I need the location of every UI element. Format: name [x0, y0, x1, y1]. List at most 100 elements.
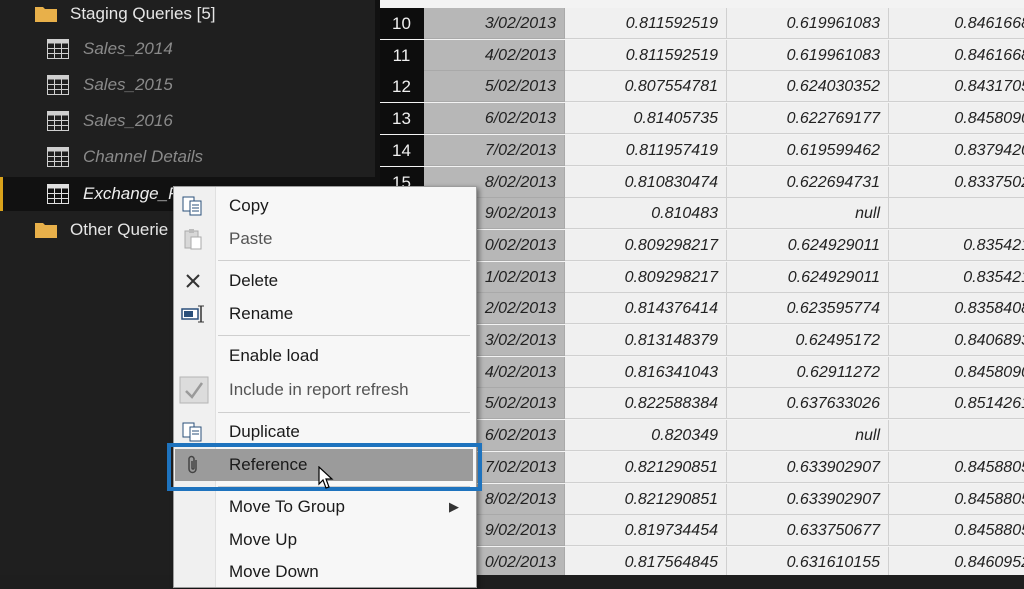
- value-cell[interactable]: 0.633750677: [727, 515, 889, 547]
- table-icon: [47, 184, 69, 204]
- row-number-cell[interactable]: 14: [380, 134, 424, 166]
- value-cell[interactable]: null: [727, 420, 889, 452]
- row-number-cell[interactable]: 11: [380, 39, 424, 71]
- value-cell[interactable]: 0.81405735: [565, 103, 727, 135]
- value-cell[interactable]: 0.811592519: [565, 8, 727, 39]
- duplicate-icon: [182, 422, 202, 442]
- table-row[interactable]: 13 6/02/2013 0.81405735 0.622769177 0.845809…: [380, 103, 1024, 135]
- value-cell[interactable]: r: [889, 420, 1024, 452]
- date-cell[interactable]: 3/02/2013: [424, 8, 565, 39]
- menu-item-rename[interactable]: Rename: [175, 298, 473, 330]
- value-cell[interactable]: 0.835421: [889, 229, 1024, 261]
- staging-queries-group[interactable]: Staging Queries [5]: [0, 0, 375, 31]
- group-label: Staging Queries [5]: [70, 4, 216, 23]
- menu-item-paste[interactable]: Paste: [175, 223, 473, 255]
- menu-label: Enable load: [229, 346, 319, 365]
- value-cell[interactable]: 0.821290851: [565, 451, 727, 483]
- value-cell[interactable]: 0.622694731: [727, 166, 889, 198]
- value-cell[interactable]: 0.807554781: [565, 71, 727, 103]
- table-row[interactable]: 10 3/02/2013 0.811592519 0.619961083 0.84616…: [380, 8, 1024, 39]
- copy-icon: [182, 196, 202, 216]
- table-row[interactable]: 11 4/02/2013 0.811592519 0.619961083 0.84616…: [380, 39, 1024, 71]
- mouse-cursor-icon: [318, 466, 334, 489]
- value-cell[interactable]: 0.631610155: [727, 546, 889, 575]
- value-cell[interactable]: 0.819734454: [565, 515, 727, 547]
- value-cell[interactable]: 0.619961083: [727, 8, 889, 39]
- value-cell[interactable]: 0.8458805: [889, 483, 1024, 515]
- value-cell[interactable]: 0.810483: [565, 198, 727, 230]
- value-cell[interactable]: 0.62911272: [727, 356, 889, 388]
- query-label: Channel Details: [83, 147, 204, 166]
- menu-item-enable-load[interactable]: Enable load: [175, 340, 473, 372]
- menu-label: Rename: [229, 304, 294, 323]
- folder-icon: [35, 7, 57, 22]
- table-icon: [47, 111, 69, 131]
- value-cell[interactable]: 0.8460952: [889, 546, 1024, 575]
- row-number-cell[interactable]: 13: [380, 103, 424, 135]
- menu-item-move-down[interactable]: Move Down: [175, 557, 473, 589]
- value-cell[interactable]: 0.8337502: [889, 166, 1024, 198]
- value-cell[interactable]: 0.8358408: [889, 293, 1024, 325]
- table-row[interactable]: 14 7/02/2013 0.811957419 0.619599462 0.83794…: [380, 134, 1024, 166]
- table-icon: [47, 147, 69, 167]
- row-number-cell[interactable]: 12: [380, 71, 424, 103]
- row-number-cell[interactable]: 10: [380, 8, 424, 39]
- value-cell[interactable]: 0.8458090: [889, 356, 1024, 388]
- value-cell[interactable]: 0.8379420: [889, 134, 1024, 166]
- value-cell[interactable]: 0.8461668: [889, 39, 1024, 71]
- query-item-channel-details[interactable]: Channel Details: [0, 140, 375, 174]
- date-cell[interactable]: 4/02/2013: [424, 39, 565, 71]
- value-cell[interactable]: 0.8431705: [889, 71, 1024, 103]
- query-item-sales-2016[interactable]: Sales_2016: [0, 104, 375, 138]
- value-cell[interactable]: 0.817564845: [565, 546, 727, 575]
- value-cell[interactable]: 0.633902907: [727, 483, 889, 515]
- date-cell[interactable]: 6/02/2013: [424, 103, 565, 135]
- value-cell[interactable]: 0.809298217: [565, 229, 727, 261]
- value-cell[interactable]: 0.821290851: [565, 483, 727, 515]
- query-item-sales-2014[interactable]: Sales_2014: [0, 32, 375, 66]
- menu-separator: [218, 260, 470, 261]
- query-item-sales-2015[interactable]: Sales_2015: [0, 68, 375, 102]
- value-cell[interactable]: 0.623595774: [727, 293, 889, 325]
- menu-label: Include in report refresh: [229, 380, 409, 399]
- value-cell[interactable]: 0.835421: [889, 261, 1024, 293]
- menu-label: Paste: [229, 229, 273, 248]
- value-cell[interactable]: 0.8458805: [889, 451, 1024, 483]
- value-cell[interactable]: 0.810830474: [565, 166, 727, 198]
- value-cell[interactable]: r: [889, 198, 1024, 230]
- value-cell[interactable]: 0.624929011: [727, 229, 889, 261]
- menu-item-move-up[interactable]: Move Up: [175, 524, 473, 556]
- value-cell[interactable]: 0.8461668: [889, 8, 1024, 39]
- value-cell[interactable]: 0.624030352: [727, 71, 889, 103]
- value-cell[interactable]: 0.813148379: [565, 325, 727, 356]
- value-cell[interactable]: 0.637633026: [727, 388, 889, 420]
- menu-item-copy[interactable]: Copy: [175, 190, 473, 222]
- value-cell[interactable]: 0.822588384: [565, 388, 727, 420]
- value-cell[interactable]: 0.619961083: [727, 39, 889, 71]
- delete-x-icon: [186, 274, 200, 288]
- value-cell[interactable]: 0.816341043: [565, 356, 727, 388]
- value-cell[interactable]: 0.8406893: [889, 325, 1024, 356]
- menu-item-move-to-group[interactable]: Move To Group ▶: [175, 491, 473, 523]
- value-cell[interactable]: 0.8514261: [889, 388, 1024, 420]
- value-cell[interactable]: 0.811957419: [565, 134, 727, 166]
- value-cell[interactable]: 0.619599462: [727, 134, 889, 166]
- table-row[interactable]: 12 5/02/2013 0.807554781 0.624030352 0.84317…: [380, 71, 1024, 103]
- date-cell[interactable]: 5/02/2013: [424, 71, 565, 103]
- value-cell[interactable]: 0.8458805: [889, 515, 1024, 547]
- value-cell[interactable]: null: [727, 198, 889, 230]
- value-cell[interactable]: 0.820349: [565, 420, 727, 452]
- value-cell[interactable]: 0.622769177: [727, 103, 889, 135]
- menu-item-include-refresh[interactable]: Include in report refresh: [175, 374, 473, 406]
- value-cell[interactable]: 0.624929011: [727, 261, 889, 293]
- date-cell[interactable]: 7/02/2013: [424, 134, 565, 166]
- value-cell[interactable]: 0.633902907: [727, 451, 889, 483]
- value-cell[interactable]: 0.811592519: [565, 39, 727, 71]
- value-cell[interactable]: 0.809298217: [565, 261, 727, 293]
- folder-icon: [35, 223, 57, 238]
- value-cell[interactable]: 0.8458090: [889, 103, 1024, 135]
- query-label: Sales_2015: [83, 75, 173, 94]
- value-cell[interactable]: 0.814376414: [565, 293, 727, 325]
- menu-item-delete[interactable]: Delete: [175, 265, 473, 297]
- value-cell[interactable]: 0.62495172: [727, 325, 889, 356]
